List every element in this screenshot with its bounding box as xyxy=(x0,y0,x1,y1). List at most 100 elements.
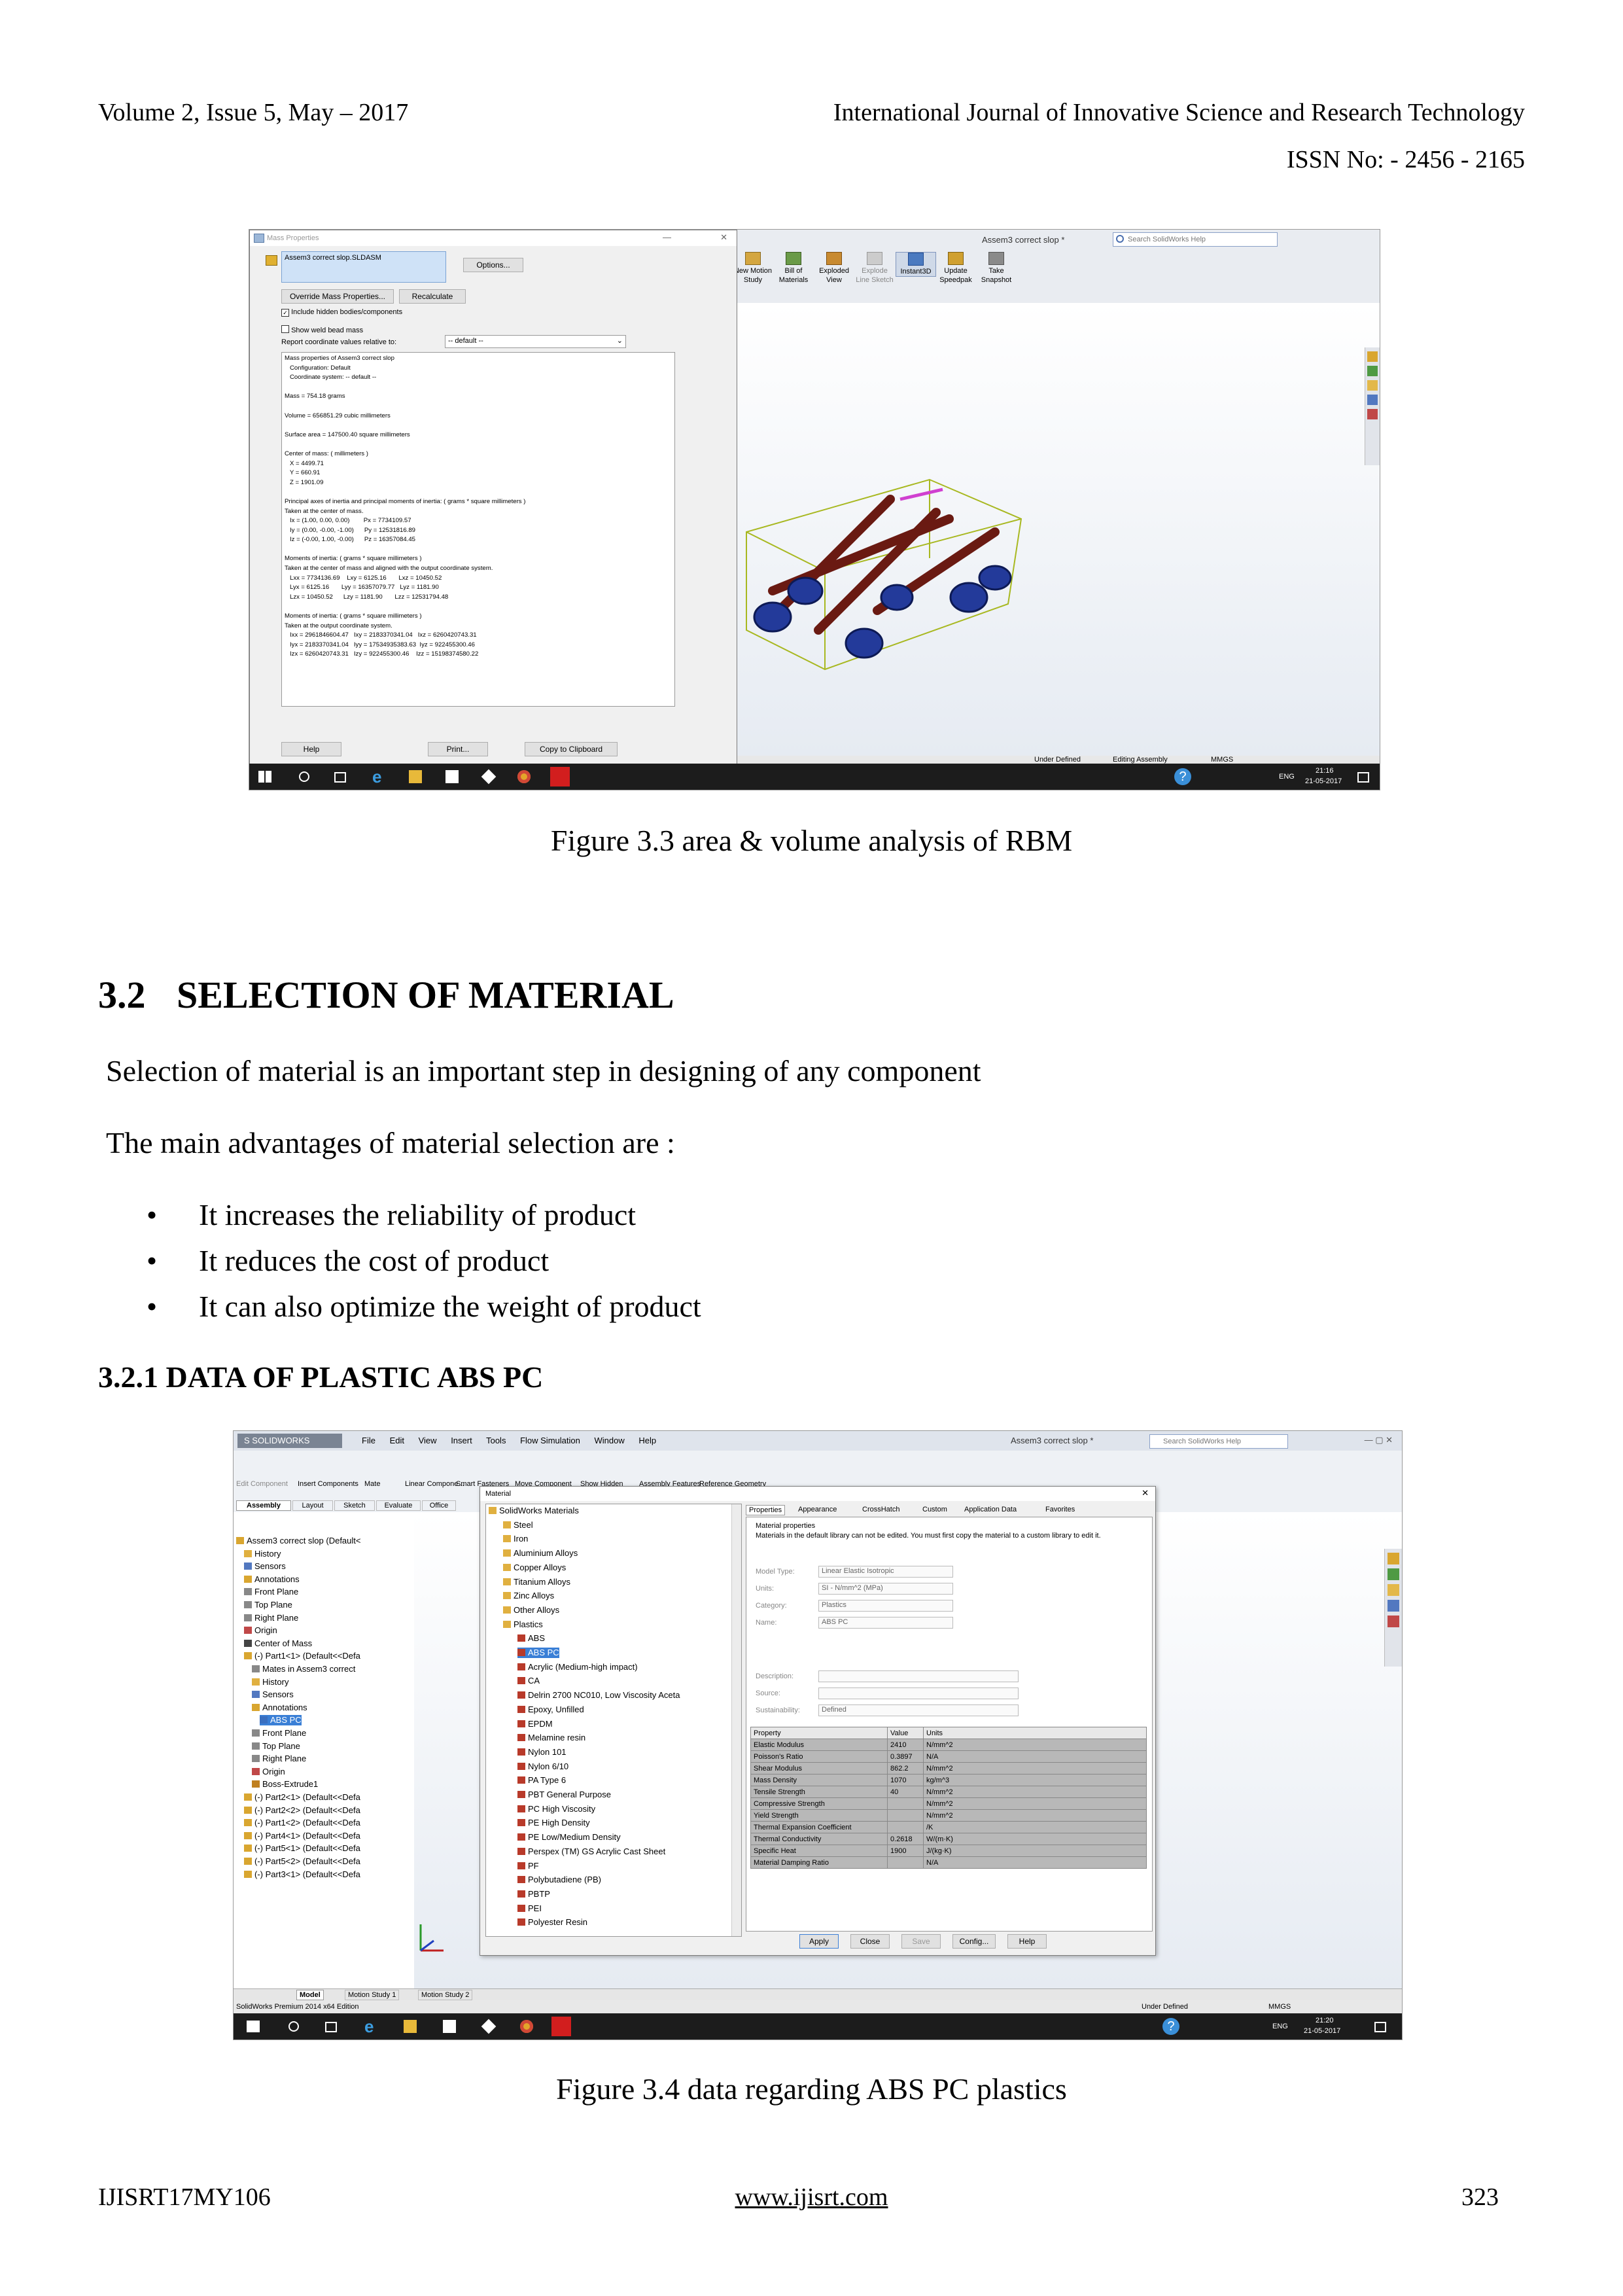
library-item[interactable]: PBTP xyxy=(517,1889,550,1899)
show-weld-checkbox[interactable]: Show weld bead mass xyxy=(281,325,363,335)
tree-item[interactable]: Origin xyxy=(252,1767,285,1777)
store-icon[interactable] xyxy=(445,770,459,783)
copy-clipboard-button[interactable]: Copy to Clipboard xyxy=(525,742,618,756)
tree-item[interactable]: Sensors xyxy=(252,1689,294,1700)
solidworks-icon[interactable] xyxy=(550,767,570,786)
task-view-icon[interactable] xyxy=(325,2022,337,2032)
tray-time[interactable]: 21:16 xyxy=(1316,766,1334,775)
library-item[interactable]: CA xyxy=(517,1676,540,1686)
library-item[interactable]: Acrylic (Medium-high impact) xyxy=(517,1662,638,1672)
tray-lang[interactable]: ENG xyxy=(1272,2022,1288,2031)
tab-sketch[interactable]: Sketch xyxy=(334,1500,375,1511)
tray-lang[interactable]: ENG xyxy=(1279,772,1295,781)
tray-date[interactable]: 21-05-2017 xyxy=(1304,2026,1340,2036)
notifications-icon[interactable] xyxy=(1374,2022,1386,2032)
tab-crosshatch[interactable]: CrossHatch xyxy=(862,1505,899,1514)
tree-item[interactable]: (-) Part5<2> (Default<<Defa xyxy=(244,1856,360,1867)
btn-exploded-view[interactable]: Exploded View xyxy=(814,252,854,285)
table-row[interactable]: Thermal Conductivity 0.2618 W/(m·K) xyxy=(750,1833,1147,1845)
tray-date[interactable]: 21-05-2017 xyxy=(1305,777,1342,786)
tab-custom[interactable]: Custom xyxy=(922,1505,947,1514)
library-item[interactable]: Melamine resin xyxy=(517,1733,585,1743)
table-row[interactable]: Thermal Expansion Coefficient/K xyxy=(750,1821,1147,1833)
tree-item[interactable]: (-) Part1<1> (Default<<Defa xyxy=(244,1651,360,1661)
menu-tools[interactable]: Tools xyxy=(486,1436,506,1445)
options-button[interactable]: Options... xyxy=(463,258,523,272)
library-item[interactable]: Polyester Resin xyxy=(517,1917,587,1928)
library-item[interactable]: Titanium Alloys xyxy=(503,1577,570,1587)
tree-item[interactable]: Top Plane xyxy=(244,1600,292,1610)
results-box[interactable]: Mass properties of Assem3 correct slop C… xyxy=(281,352,675,707)
window-controls[interactable]: — ▢ ✕ xyxy=(1365,1435,1393,1445)
chrome-icon[interactable] xyxy=(520,2020,533,2033)
file-explorer-icon[interactable] xyxy=(404,2020,417,2033)
menu-insert[interactable]: Insert xyxy=(451,1436,472,1445)
tree-item[interactable]: (-) Part3<1> (Default<<Defa xyxy=(244,1869,360,1880)
cmd-linear-component[interactable]: Linear Compone... xyxy=(405,1479,464,1489)
menu-edit[interactable]: Edit xyxy=(390,1436,404,1445)
recalculate-button[interactable]: Recalculate xyxy=(399,289,466,304)
help-circle-icon[interactable]: ? xyxy=(1162,2018,1179,2035)
close-button[interactable]: Close xyxy=(850,1934,890,1949)
tree-item[interactable]: Front Plane xyxy=(244,1587,298,1597)
library-item[interactable]: EPDM xyxy=(517,1719,553,1729)
library-item[interactable]: Copper Alloys xyxy=(503,1563,566,1573)
print-button[interactable]: Print... xyxy=(428,742,488,756)
table-row[interactable]: Elastic Modulus 2410 N/mm^2 xyxy=(750,1739,1147,1751)
tree-item[interactable]: (-) Part2<2> (Default<<Defa xyxy=(244,1805,360,1816)
tab-assembly[interactable]: Assembly xyxy=(236,1500,291,1511)
menu-view[interactable]: View xyxy=(419,1436,437,1445)
library-item[interactable]: PEI xyxy=(517,1903,542,1914)
include-hidden-checkbox[interactable]: ✓ Include hidden bodies/components xyxy=(281,308,402,317)
config-button[interactable]: Config... xyxy=(952,1934,996,1949)
menu-flow-simulation[interactable]: Flow Simulation xyxy=(520,1436,580,1445)
view-palette-icon[interactable] xyxy=(1367,395,1378,405)
tree-item[interactable]: (-) Part5<1> (Default<<Defa xyxy=(244,1843,360,1854)
library-item[interactable]: PBT General Purpose xyxy=(517,1790,611,1800)
tree-item[interactable]: Front Plane xyxy=(252,1728,306,1739)
library-item[interactable]: Other Alloys xyxy=(503,1605,559,1616)
design-library-icon[interactable] xyxy=(1387,1568,1399,1580)
tree-item[interactable]: (-) Part2<1> (Default<<Defa xyxy=(244,1792,360,1803)
edge-browser-icon[interactable]: e xyxy=(372,768,385,785)
windows-start-icon[interactable] xyxy=(258,771,271,783)
search-box[interactable]: Search SolidWorks Help xyxy=(1113,232,1278,247)
minimize-icon[interactable]: — xyxy=(663,232,671,243)
property-field-input[interactable]: SI - N/mm^2 (MPa) xyxy=(818,1583,953,1595)
library-item[interactable]: Steel xyxy=(503,1520,533,1530)
tree-item[interactable]: Sensors xyxy=(244,1561,286,1572)
resources-icon[interactable] xyxy=(1367,351,1378,362)
notifications-icon[interactable] xyxy=(1357,772,1369,783)
tree-item[interactable]: Assem3 correct slop (Default< xyxy=(236,1536,360,1546)
tree-item[interactable]: ABS PC xyxy=(260,1715,302,1726)
coord-system-select[interactable]: -- default -- ⌄ xyxy=(445,335,626,348)
tree-item[interactable]: History xyxy=(244,1549,281,1559)
tab-model[interactable]: Model xyxy=(296,1990,324,2000)
tab-motion-study-2[interactable]: Motion Study 2 xyxy=(418,1990,473,2000)
override-mass-button[interactable]: Override Mass Properties... xyxy=(281,289,394,304)
close-icon[interactable]: ✕ xyxy=(720,232,727,243)
library-item[interactable]: ABS xyxy=(517,1633,545,1644)
table-row[interactable]: Shear Modulus 862.2 N/mm^2 xyxy=(750,1762,1147,1775)
file-explorer-icon[interactable] xyxy=(1387,1584,1399,1596)
vertical-scrollbar[interactable] xyxy=(731,1504,741,1936)
library-item[interactable]: PA Type 6 xyxy=(517,1775,566,1786)
table-row[interactable]: Poisson's Ratio 0.3897 N/A xyxy=(750,1750,1147,1763)
library-item[interactable]: Iron xyxy=(503,1534,528,1544)
dropbox-icon[interactable] xyxy=(481,2019,497,2034)
save-button[interactable]: Save xyxy=(901,1934,941,1949)
library-item[interactable]: ABS PC xyxy=(517,1648,559,1658)
library-item[interactable]: Delrin 2700 NC010, Low Viscosity Aceta xyxy=(517,1690,680,1701)
table-row[interactable]: Yield Strength N/mm^2 xyxy=(750,1809,1147,1822)
help-button[interactable]: Help xyxy=(281,742,341,756)
tree-item[interactable]: History xyxy=(252,1677,288,1687)
file-explorer-icon[interactable] xyxy=(409,770,422,783)
library-item[interactable]: Epoxy, Unfilled xyxy=(517,1704,584,1715)
library-item[interactable]: Plastics xyxy=(503,1619,543,1630)
tree-item[interactable]: Mates in Assem3 correct xyxy=(252,1664,355,1674)
library-item[interactable]: Polybutadiene (PB) xyxy=(517,1875,601,1885)
view-palette-icon[interactable] xyxy=(1387,1600,1399,1612)
tab-evaluate[interactable]: Evaluate xyxy=(376,1500,421,1511)
file-explorer-icon[interactable] xyxy=(1367,380,1378,391)
property-field-input[interactable]: Linear Elastic Isotropic xyxy=(818,1566,953,1578)
